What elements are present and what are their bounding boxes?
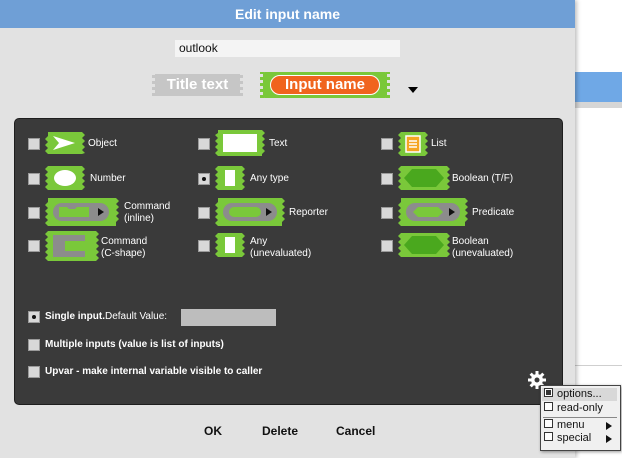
single-input-label: Single input.	[45, 311, 105, 322]
menu-checkbox	[544, 419, 553, 428]
menu-item-read-only-label: read-only	[557, 402, 603, 414]
menu-item-read-only[interactable]: read-only	[544, 402, 603, 415]
text-type-label: Text	[269, 138, 288, 149]
default-value-field[interactable]	[181, 309, 276, 326]
command-c-shape-type-label: Command (C-shape)	[101, 236, 148, 259]
background-divider	[575, 365, 622, 366]
any-type-icon	[215, 166, 245, 190]
list-type-checkbox[interactable]	[381, 138, 393, 150]
single-input-radio[interactable]	[28, 311, 40, 323]
edit-input-dialog: Edit input name Title text Input name Ob…	[0, 0, 575, 458]
tab-zigzag-right	[386, 72, 390, 98]
ok-button[interactable]: OK	[204, 424, 222, 438]
any-type-radio[interactable]	[198, 173, 210, 185]
command-inline-type-checkbox[interactable]	[28, 207, 40, 219]
any-unevaluated-type-icon	[215, 233, 245, 257]
boolean-unevaluated-type-icon	[398, 233, 450, 257]
menu-item-options[interactable]: options...	[542, 388, 617, 401]
predicate-type-label: Predicate	[472, 207, 515, 218]
tab-zigzag-left	[152, 74, 156, 96]
number-type-label: Number	[90, 173, 126, 184]
any-unevaluated-type-checkbox[interactable]	[198, 240, 210, 252]
submenu-arrow-icon	[606, 422, 612, 430]
object-type-icon	[45, 132, 85, 154]
list-type-icon	[398, 132, 428, 156]
command-c-shape-type-checkbox[interactable]	[28, 240, 40, 252]
boolean-unevaluated-type-checkbox[interactable]	[381, 240, 393, 252]
reporter-type-label: Reporter	[289, 207, 328, 218]
special-checkbox	[544, 432, 553, 441]
reporter-type-checkbox[interactable]	[198, 207, 210, 219]
submenu-arrow-icon	[606, 435, 612, 443]
text-type-checkbox[interactable]	[198, 138, 210, 150]
input-name-tab[interactable]: Input name	[260, 72, 390, 98]
cancel-button[interactable]: Cancel	[336, 424, 375, 438]
multiple-inputs-radio[interactable]	[28, 339, 40, 351]
default-value-label: Default Value:	[105, 311, 168, 322]
upvar-radio[interactable]	[28, 366, 40, 378]
tab-zigzag-left	[260, 72, 264, 98]
background-window-strip-grey	[575, 102, 622, 108]
boolean-type-label: Boolean (T/F)	[452, 173, 514, 184]
input-name-field[interactable]	[175, 40, 400, 57]
command-c-shape-type-icon	[45, 231, 99, 261]
type-options-panel: Object Text List Number Any type Boolean…	[14, 118, 563, 405]
predicate-type-checkbox[interactable]	[381, 207, 393, 219]
input-name-tab-label: Input name	[270, 75, 380, 95]
any-type-label: Any type	[250, 173, 289, 184]
boolean-type-checkbox[interactable]	[381, 173, 393, 185]
dialog-title[interactable]: Edit input name	[0, 0, 575, 28]
tab-zigzag-right	[239, 74, 243, 96]
any-unevaluated-type-label: Any (unevaluated)	[250, 236, 312, 259]
title-text-tab[interactable]: Title text	[152, 74, 243, 96]
text-type-icon	[215, 130, 265, 156]
menu-item-special-label: special	[557, 432, 592, 444]
title-text-tab-label: Title text	[166, 76, 229, 93]
multiple-inputs-label: Multiple inputs (value is list of inputs…	[45, 339, 224, 350]
command-inline-type-label: Command (inline)	[124, 201, 171, 224]
menu-divider	[543, 417, 617, 418]
delete-button[interactable]: Delete	[262, 424, 298, 438]
object-type-checkbox[interactable]	[28, 138, 40, 150]
menu-item-options-label: options...	[557, 388, 602, 400]
menu-item-menu-label: menu	[557, 419, 585, 431]
number-type-checkbox[interactable]	[28, 173, 40, 185]
list-type-label: List	[431, 138, 447, 149]
boolean-unevaluated-type-label: Boolean (unevaluated)	[452, 236, 514, 259]
reporter-type-icon	[215, 198, 285, 226]
read-only-checkbox	[544, 402, 553, 411]
gear-context-menu: options... read-only menu special	[540, 385, 621, 451]
boolean-type-icon	[398, 166, 450, 190]
predicate-type-icon	[398, 198, 468, 226]
command-inline-type-icon	[45, 198, 119, 226]
number-type-icon	[45, 166, 85, 190]
object-type-label: Object	[88, 138, 117, 149]
background-window-strip	[575, 72, 622, 102]
options-checkbox	[544, 388, 553, 397]
dropdown-arrow-icon[interactable]	[408, 87, 418, 93]
upvar-label: Upvar - make internal variable visible t…	[45, 366, 263, 377]
